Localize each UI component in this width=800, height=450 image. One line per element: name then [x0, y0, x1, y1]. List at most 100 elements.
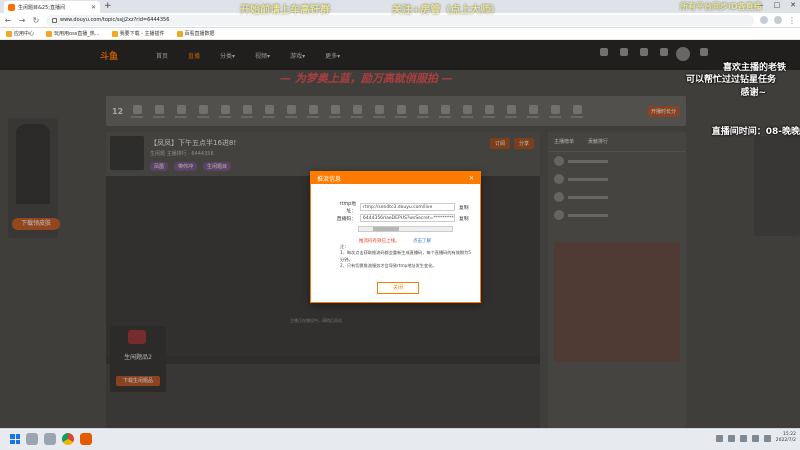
share-button[interactable]: 分享	[513, 138, 534, 149]
bookmark-item[interactable]: 应用中心	[6, 30, 34, 37]
tool-icon[interactable]	[195, 104, 211, 118]
bookmark-item[interactable]: 我要下载 - 主播插件	[111, 30, 165, 37]
url-text: www.douyu.com/topic/ssjj2xz?rid=6444356	[60, 17, 170, 23]
close-icon[interactable]: ✕	[469, 175, 474, 182]
nav-live[interactable]: 直播	[188, 51, 200, 60]
scrollbar-thumb[interactable]	[373, 227, 399, 231]
rank-row[interactable]	[548, 188, 686, 206]
tray-icon[interactable]	[727, 434, 735, 442]
tool-icon[interactable]	[393, 104, 409, 118]
overlay-text: 直播间时间：08-晚晚	[711, 127, 800, 137]
overlay-text: 感谢~	[740, 88, 766, 98]
tool-icon[interactable]	[503, 104, 519, 118]
room-tag[interactable]: 凤凰	[150, 162, 169, 171]
tab-anchor-rank[interactable]: 主播榜单	[554, 138, 574, 145]
left-promo[interactable]: 下载领皮肤	[8, 118, 60, 238]
game-logo	[128, 330, 146, 344]
bookmark-item[interactable]: 玩用用oss直播_热...	[46, 30, 100, 37]
tool-icon[interactable]	[547, 104, 563, 118]
douyu-app-icon[interactable]	[80, 433, 92, 445]
subscribe-button[interactable]: 订阅	[489, 138, 510, 149]
rank-row[interactable]	[548, 152, 686, 170]
nav-video[interactable]: 视频▾	[255, 51, 270, 60]
follow-icon[interactable]	[620, 48, 628, 56]
tool-icon[interactable]	[371, 104, 387, 118]
message-icon[interactable]	[640, 48, 648, 56]
forward-icon[interactable]: →	[18, 16, 26, 25]
tool-icon[interactable]	[151, 104, 167, 118]
key-row: 直播码： 6444356rlaeDEPUS?wsSecret=*********…	[334, 214, 469, 222]
tool-icon[interactable]	[415, 104, 431, 118]
search-icon[interactable]	[26, 433, 38, 445]
new-tab-button[interactable]: +	[104, 1, 112, 12]
tab-contribution[interactable]: 贡献排行	[588, 138, 608, 145]
tool-icon[interactable]	[525, 104, 541, 118]
menu-icon[interactable]: ⋮	[788, 16, 796, 25]
tool-icon[interactable]	[239, 104, 255, 118]
promo-download-button[interactable]: 下载领皮肤	[12, 218, 60, 230]
file-explorer-icon[interactable]	[44, 433, 56, 445]
room-meta: 生闲题 主播排行 · 6444356	[150, 151, 214, 157]
game-download-button[interactable]: 下载生闲题品	[116, 376, 160, 386]
tool-icon[interactable]	[173, 104, 189, 118]
tool-icon[interactable]	[261, 104, 277, 118]
promo-image	[16, 124, 50, 204]
nav-more[interactable]: 更多▾	[325, 51, 340, 60]
stream-key-field[interactable]: 6444356rlaeDEPUS?wsSecret=**************…	[360, 214, 455, 222]
key-label: 直播码：	[336, 216, 356, 222]
close-dialog-button[interactable]: 关闭	[377, 282, 419, 294]
tool-icon[interactable]	[283, 104, 299, 118]
user-avatar[interactable]	[676, 47, 690, 61]
maximize-button[interactable]: □	[774, 1, 781, 9]
volume-icon[interactable]	[763, 434, 771, 442]
event-banner: — 为梦奥上蓝，励万高就俏服拍 —	[280, 72, 453, 85]
close-window-button[interactable]: ✕	[790, 1, 796, 9]
tool-icon[interactable]	[305, 104, 321, 118]
chat-tabs: 主播榜单 贡献排行	[548, 132, 686, 152]
extension-icon[interactable]	[760, 16, 768, 24]
rank-row[interactable]	[548, 170, 686, 188]
tool-icon[interactable]	[437, 104, 453, 118]
site-logo[interactable]: 斗鱼	[100, 49, 118, 62]
close-tab-icon[interactable]: ✕	[91, 4, 96, 11]
room-tag[interactable]: 带你冲	[174, 162, 198, 171]
rank-row[interactable]	[548, 206, 686, 224]
key-field-scrollbar[interactable]	[358, 226, 453, 232]
anchor-avatar[interactable]	[110, 136, 144, 170]
bell-icon[interactable]	[700, 48, 708, 56]
video-controls[interactable]	[106, 356, 540, 364]
rank-pill[interactable]: 开播时长分	[646, 105, 680, 117]
back-icon[interactable]: ←	[4, 16, 12, 25]
copy-rtmp-button[interactable]: 复制	[459, 204, 469, 211]
nav-game[interactable]: 游戏▾	[290, 51, 305, 60]
history-icon[interactable]	[600, 48, 608, 56]
windows-start-icon[interactable]	[10, 434, 20, 444]
tool-icon[interactable]	[349, 104, 365, 118]
browser-tab[interactable]: 生闲题目&25;直播间 ✕	[4, 1, 100, 13]
room-tag[interactable]: 生闲题目	[203, 162, 232, 171]
tray-icon[interactable]	[715, 434, 723, 442]
tray-icon[interactable]	[739, 434, 747, 442]
reload-icon[interactable]: ↻	[32, 16, 40, 25]
chrome-icon[interactable]	[62, 433, 74, 445]
chat-messages[interactable]	[554, 242, 680, 362]
url-field[interactable]: www.douyu.com/topic/ssjj2xz?rid=6444356	[46, 14, 754, 26]
game-card[interactable]: 生闲题品2 下载生闲题品	[110, 326, 166, 392]
tool-icon[interactable]	[569, 104, 585, 118]
nav-home[interactable]: 首页	[156, 51, 168, 60]
copy-key-button[interactable]: 复制	[459, 215, 469, 222]
site-favicon-icon	[8, 3, 15, 11]
profile-icon[interactable]	[774, 16, 782, 24]
right-promo[interactable]	[754, 136, 800, 236]
taskbar-clock[interactable]: 15:22 2022/7/2	[776, 432, 796, 444]
bookmark-item[interactable]: 百看直播数据	[176, 30, 215, 37]
network-icon[interactable]	[751, 434, 759, 442]
tool-icon[interactable]	[327, 104, 343, 118]
tool-icon[interactable]	[217, 104, 233, 118]
upload-icon[interactable]	[660, 48, 668, 56]
tool-icon[interactable]	[129, 104, 145, 118]
rtmp-address-field[interactable]: rtmp://sendtc3.douyu.com/live	[360, 203, 455, 211]
tool-icon[interactable]	[481, 104, 497, 118]
nav-category[interactable]: 分类▾	[220, 51, 235, 60]
tool-icon[interactable]	[459, 104, 475, 118]
